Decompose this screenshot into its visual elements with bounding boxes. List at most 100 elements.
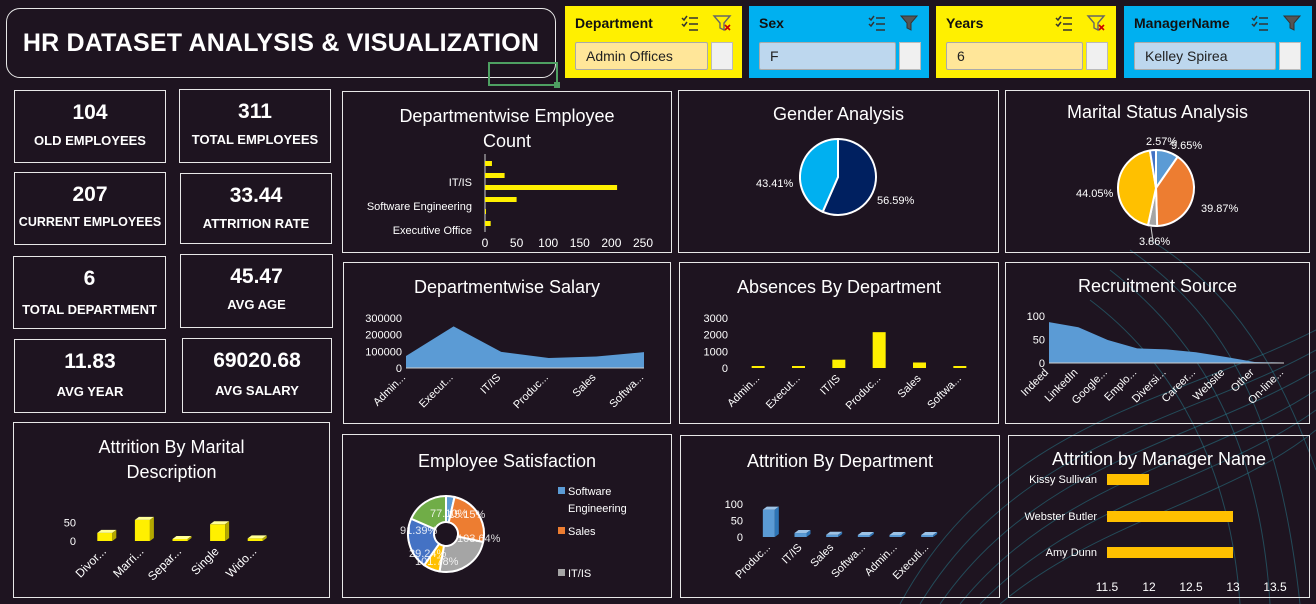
bar xyxy=(172,539,188,541)
x-tick-label: 200 xyxy=(601,236,621,250)
multi-select-icon[interactable] xyxy=(1250,13,1270,33)
x-tick-label: Sales xyxy=(808,541,836,569)
kpi-label: OLD EMPLOYEES xyxy=(34,133,146,148)
kpi-label: AVG SALARY xyxy=(215,383,299,398)
dashboard-title: HR DATASET ANALYSIS & VISUALIZATION xyxy=(22,28,540,57)
slicer-scrollbar[interactable] xyxy=(1086,42,1108,70)
slicer-scrollbar[interactable] xyxy=(1279,42,1301,70)
bar xyxy=(826,534,839,537)
x-tick-label: Website xyxy=(1191,367,1227,403)
chart-plot: IT/IS Software Engineering Executive Offic… xyxy=(367,154,653,250)
x-tick-label: Wido... xyxy=(223,544,259,580)
x-tick-label: 12.5 xyxy=(1179,580,1203,594)
bar xyxy=(485,173,505,178)
y-tick-label: Amy Dunn xyxy=(1046,547,1097,559)
data-label: 43.41% xyxy=(756,178,794,190)
chart-recruitment-source: Recruitment Source 0 50 100 Indeed LinkedIn G… xyxy=(1005,262,1310,424)
legend-label: Engineering xyxy=(568,503,627,515)
kpi-old-employees: 104 OLD EMPLOYEES xyxy=(14,90,166,163)
x-tick-label: Sales xyxy=(571,371,599,399)
legend-marker xyxy=(558,527,565,534)
x-tick-label: IT/IS xyxy=(780,542,805,567)
slicer-item-f[interactable]: F xyxy=(759,42,896,70)
bar xyxy=(485,197,517,202)
kpi-value: 311 xyxy=(238,100,272,123)
legend-marker xyxy=(558,569,565,576)
kpi-label: TOTAL EMPLOYEES xyxy=(191,132,319,147)
x-tick-label: Softwa... xyxy=(607,372,646,411)
slicer-item-admin-offices[interactable]: Admin Offices xyxy=(575,42,708,70)
x-tick-label: 12 xyxy=(1142,580,1156,594)
chart-absences: Absences By Department Admin... Execut...… xyxy=(679,262,999,424)
x-tick-label: 150 xyxy=(570,236,590,250)
area-series xyxy=(406,326,644,368)
chart-attrition-manager: Attrition by Manager Name Kissy Sullivan… xyxy=(1008,435,1310,598)
x-tick-label: IT/IS xyxy=(818,373,843,398)
filter-icon[interactable] xyxy=(899,13,919,33)
y-tick-label: 0 xyxy=(737,532,743,544)
multi-select-icon[interactable] xyxy=(1054,13,1074,33)
multi-select-icon[interactable] xyxy=(680,13,700,33)
x-tick-label: Admin... xyxy=(371,372,408,409)
kpi-value: 6 xyxy=(83,267,96,290)
chart-attrition-department: Attrition By Department Produc... IT/IS Sa… xyxy=(680,435,1000,598)
x-tick-label: Softwa... xyxy=(829,542,868,581)
kpi-label: AVG YEAR xyxy=(56,384,124,399)
bar xyxy=(872,332,886,368)
kpi-label: TOTAL DEPARTMENT xyxy=(22,302,157,317)
bar xyxy=(247,538,263,541)
data-label: 77.10% xyxy=(430,508,468,520)
bar xyxy=(889,535,902,537)
x-tick-label: Produc... xyxy=(511,372,551,412)
clear-filter-icon[interactable] xyxy=(1086,13,1106,33)
selected-cell[interactable] xyxy=(488,62,560,88)
bar-side-face xyxy=(774,506,779,537)
years-slicer: Years 6 xyxy=(936,6,1116,78)
slicer-scrollbar[interactable] xyxy=(899,42,921,70)
bar xyxy=(485,209,486,214)
bar xyxy=(97,532,113,541)
x-tick-label: 13.5 xyxy=(1263,580,1287,594)
multi-select-icon[interactable] xyxy=(867,13,887,33)
y-tick-label: 1000 xyxy=(704,346,728,358)
x-tick-label: 0 xyxy=(482,236,489,250)
x-tick-label: 100 xyxy=(538,236,558,250)
y-tick-label: Kissy Sullivan xyxy=(1029,474,1097,486)
sex-slicer: Sex F xyxy=(749,6,929,78)
slicer-header: Years xyxy=(946,15,984,31)
kpi-label: ATTRITION RATE xyxy=(202,216,310,231)
bar-side-face xyxy=(149,516,154,541)
y-tick-label: IT/IS xyxy=(449,177,472,189)
slicer-item-kelley-spirea[interactable]: Kelley Spirea xyxy=(1134,42,1276,70)
chart-dept-salary: Departmentwise Salary 0 100000 200000 30000… xyxy=(343,262,671,424)
bar xyxy=(210,524,226,541)
bar xyxy=(751,366,765,368)
slicer-scrollbar[interactable] xyxy=(711,42,733,70)
data-label: 44.05% xyxy=(1076,188,1114,200)
x-tick-label: Single xyxy=(188,544,222,578)
bar xyxy=(134,519,150,541)
bar xyxy=(762,509,775,537)
y-tick-label: 0 xyxy=(70,536,76,548)
y-tick-label: Webster Butler xyxy=(1024,511,1097,523)
filter-icon[interactable] xyxy=(1282,13,1302,33)
chart-dept-employee-count: Departmentwise Employee Count IT/IS Softw… xyxy=(342,91,672,253)
bar xyxy=(1107,547,1233,558)
data-label: 3.86% xyxy=(1139,236,1170,248)
x-tick-label: Produc... xyxy=(844,373,884,413)
clear-filter-icon[interactable] xyxy=(712,13,732,33)
slicer-header: Department xyxy=(575,15,653,31)
x-tick-label: Execut... xyxy=(764,373,803,412)
chart-plot: Kissy Sullivan Webster Butler Amy Dunn 11.5… xyxy=(1024,474,1287,594)
bar xyxy=(794,533,807,537)
y-tick-label: 300000 xyxy=(365,313,402,325)
x-tick-label: Marri... xyxy=(110,544,146,580)
kpi-attrition-rate: 33.44 ATTRITION RATE xyxy=(180,173,332,244)
y-tick-label: 50 xyxy=(731,516,743,528)
manager-name-slicer: ManagerName Kelley Spirea xyxy=(1124,6,1312,78)
kpi-total-employees: 311 TOTAL EMPLOYEES xyxy=(179,89,331,163)
chart-attrition-marital: Attrition By Marital Description Divor..… xyxy=(13,422,330,598)
x-tick-label: IT/IS xyxy=(478,372,503,397)
y-tick-label: 2000 xyxy=(704,330,728,342)
slicer-item-6[interactable]: 6 xyxy=(946,42,1083,70)
